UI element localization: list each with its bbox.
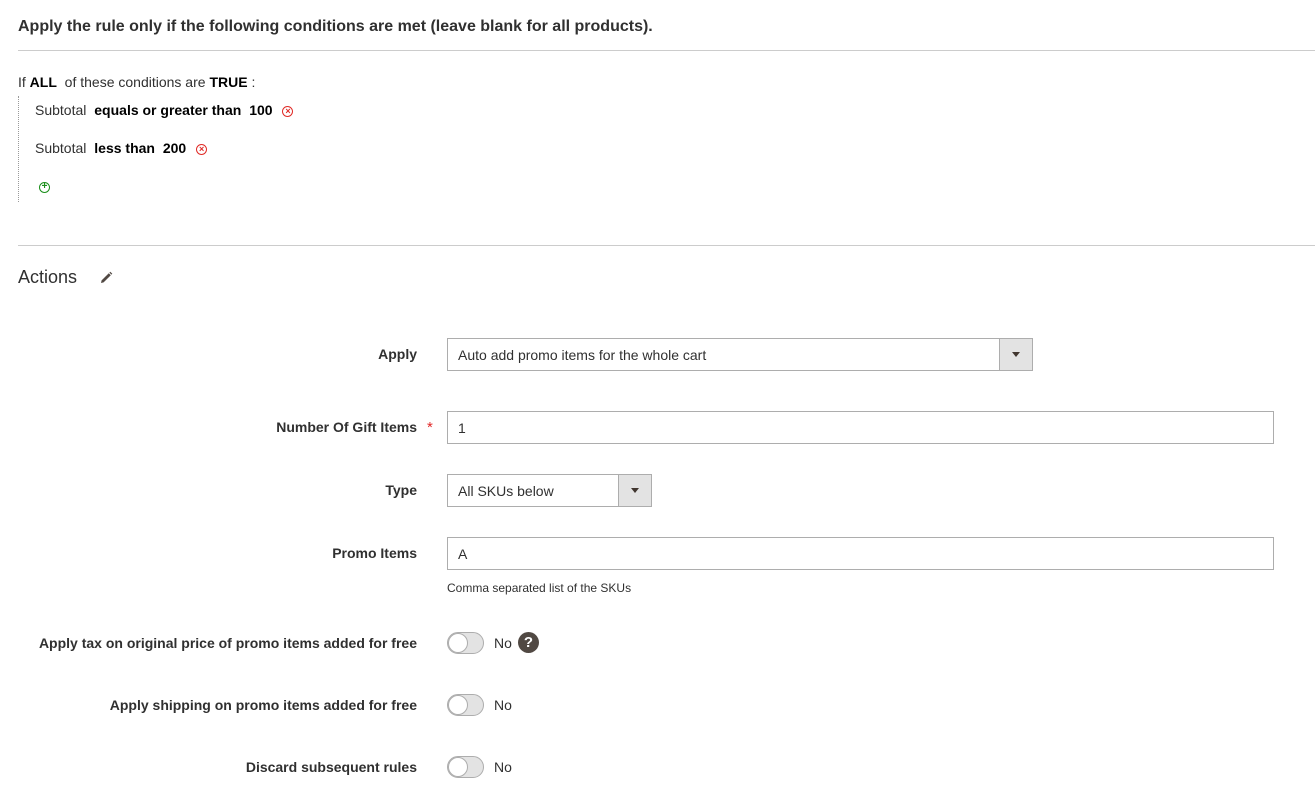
condition-operator[interactable]: less than — [94, 140, 155, 156]
chevron-down-icon[interactable] — [999, 339, 1032, 370]
discard-rules-toggle[interactable] — [447, 756, 484, 778]
summary-middle: of these conditions are — [64, 74, 206, 90]
gift-items-input[interactable] — [447, 411, 1274, 444]
condition-attribute[interactable]: Subtotal — [35, 102, 86, 118]
apply-select[interactable]: Auto add promo items for the whole cart — [447, 338, 1033, 371]
apply-tax-label: Apply tax on original price of promo ite… — [38, 635, 417, 651]
type-select[interactable]: All SKUs below — [447, 474, 652, 507]
conditions-summary: If ALL of these conditions are TRUE : — [18, 74, 255, 90]
summary-suffix: : — [251, 74, 256, 90]
apply-tax-toggle[interactable] — [447, 632, 484, 654]
pencil-icon[interactable] — [98, 270, 114, 286]
value-select[interactable]: TRUE — [209, 74, 247, 90]
condition-value[interactable]: 200 — [163, 140, 186, 156]
help-icon[interactable]: ? — [518, 632, 539, 653]
apply-label: Apply — [378, 346, 417, 362]
gift-items-label: Number Of Gift Items — [276, 419, 417, 435]
conditions-title: Apply the rule only if the following con… — [18, 18, 653, 35]
toggle-knob — [448, 757, 468, 777]
toggle-knob — [448, 695, 468, 715]
apply-shipping-state: No — [494, 697, 512, 713]
promo-items-note: Comma separated list of the SKUs — [447, 581, 632, 595]
condition-value[interactable]: 100 — [249, 102, 272, 118]
apply-shipping-toggle[interactable] — [447, 694, 484, 716]
condition-operator[interactable]: equals or greater than — [94, 102, 241, 118]
summary-prefix: If — [18, 74, 26, 90]
section-divider — [18, 245, 1315, 246]
aggregator-select[interactable]: ALL — [30, 74, 57, 90]
discard-rules-state: No — [494, 759, 512, 775]
required-marker: * — [427, 419, 433, 436]
promo-items-input[interactable] — [447, 537, 1274, 570]
chevron-down-icon[interactable] — [618, 475, 651, 506]
conditions-divider — [18, 50, 1315, 51]
apply-shipping-label: Apply shipping on promo items added for … — [109, 697, 417, 713]
toggle-knob — [448, 633, 468, 653]
actions-title[interactable]: Actions — [18, 267, 77, 288]
apply-tax-state: No — [494, 635, 512, 651]
discard-rules-label: Discard subsequent rules — [245, 759, 417, 775]
condition-attribute[interactable]: Subtotal — [35, 140, 86, 156]
type-label: Type — [385, 482, 417, 498]
remove-circle-icon[interactable]: × — [282, 105, 294, 117]
conditions-tree-line — [18, 96, 19, 202]
add-circle-icon[interactable]: + — [39, 182, 50, 193]
condition-row: Subtotal equals or greater than 100 × — [35, 102, 294, 118]
apply-select-value: Auto add promo items for the whole cart — [458, 347, 707, 363]
remove-circle-icon[interactable]: × — [196, 143, 208, 155]
type-select-value: All SKUs below — [458, 483, 554, 499]
promo-items-label: Promo Items — [332, 545, 417, 561]
condition-row: Subtotal less than 200 × — [35, 140, 208, 156]
